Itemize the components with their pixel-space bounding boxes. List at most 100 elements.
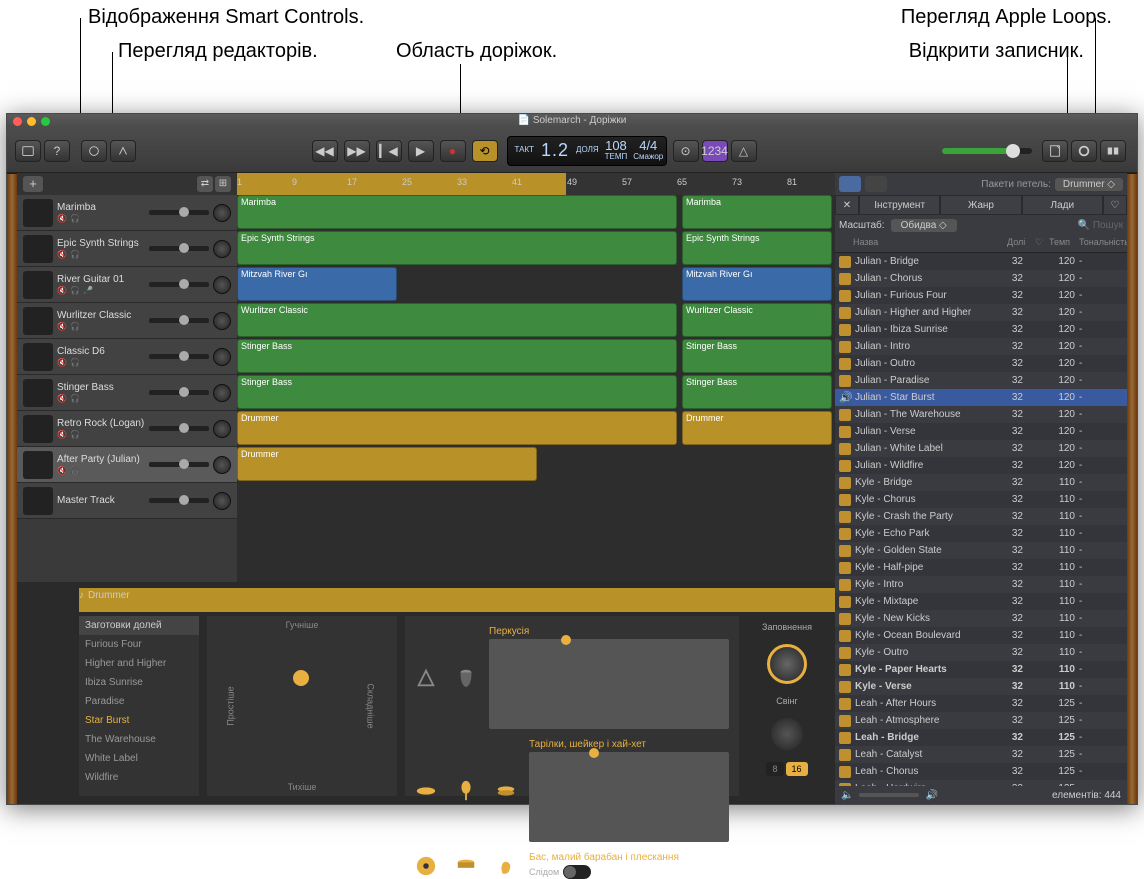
loop-row[interactable]: 🔊 Julian - Star Burst 32 120 - bbox=[835, 389, 1127, 406]
col-key[interactable]: Тональність bbox=[1075, 235, 1127, 252]
col-tempo[interactable]: Темп bbox=[1045, 235, 1075, 252]
region[interactable]: Stinger Bass bbox=[237, 339, 677, 373]
library-button[interactable] bbox=[15, 140, 41, 162]
shaker-icon[interactable] bbox=[455, 780, 477, 802]
loop-tab-instrument[interactable]: Інструмент bbox=[859, 195, 940, 215]
track-volume[interactable] bbox=[149, 246, 209, 251]
triangle-icon[interactable] bbox=[415, 667, 437, 689]
region[interactable]: Epic Synth Strings bbox=[237, 231, 677, 265]
loop-row[interactable]: Kyle - Mixtape 32 110 - bbox=[835, 593, 1127, 610]
track-pan-knob[interactable] bbox=[213, 456, 231, 474]
xy-pad[interactable]: Гучніше Тихіше Простіше Складніше bbox=[207, 616, 397, 796]
metronome-button[interactable]: △ bbox=[731, 140, 757, 162]
headphone-icon[interactable]: 🎧 bbox=[70, 430, 80, 439]
track-pan-knob[interactable] bbox=[213, 276, 231, 294]
region[interactable]: Marimba bbox=[237, 195, 677, 229]
track-volume[interactable] bbox=[149, 462, 209, 467]
track-volume[interactable] bbox=[149, 498, 209, 503]
region[interactable]: Drummer bbox=[237, 411, 677, 445]
mute-icon[interactable]: 🔇 bbox=[57, 466, 67, 475]
region[interactable]: Marimba bbox=[682, 195, 832, 229]
clap-icon[interactable] bbox=[495, 855, 517, 877]
track-header[interactable]: Master Track bbox=[17, 483, 237, 519]
editors-button[interactable] bbox=[110, 140, 136, 162]
col-beats[interactable]: Долі bbox=[1003, 235, 1031, 252]
headphone-icon[interactable]: 🎧 bbox=[70, 286, 80, 295]
loop-row[interactable]: Kyle - Paper Hearts 32 110 - bbox=[835, 661, 1127, 678]
record-button[interactable]: ● bbox=[440, 140, 466, 162]
track-header[interactable]: Marimba 🔇🎧 bbox=[17, 195, 237, 231]
swing-knob[interactable] bbox=[771, 718, 803, 750]
track-pan-knob[interactable] bbox=[213, 312, 231, 330]
loop-row[interactable]: Julian - Outro 32 120 - bbox=[835, 355, 1127, 372]
timeline-ruler[interactable]: 19172533414957657381 bbox=[237, 173, 835, 195]
loop-row[interactable]: Kyle - Echo Park 32 110 - bbox=[835, 525, 1127, 542]
mute-icon[interactable]: 🔇 bbox=[57, 322, 67, 331]
loop-row[interactable]: Kyle - Ocean Boulevard 32 110 - bbox=[835, 627, 1127, 644]
loop-tab-mood[interactable]: Лади bbox=[1022, 195, 1103, 215]
track-volume[interactable] bbox=[149, 354, 209, 359]
headphone-icon[interactable]: 🎧 bbox=[70, 394, 80, 403]
loop-row[interactable]: Leah - Chorus 32 125 - bbox=[835, 763, 1127, 780]
rewind-button[interactable]: ◀◀ bbox=[312, 140, 338, 162]
cycle-button[interactable]: ⟲ bbox=[472, 140, 498, 162]
region[interactable]: Stinger Bass bbox=[682, 339, 832, 373]
preset-item[interactable]: Star Burst bbox=[79, 711, 199, 730]
mute-icon[interactable]: 🔇 bbox=[57, 358, 67, 367]
loop-list[interactable]: Julian - Bridge 32 120 - Julian - Chorus… bbox=[835, 253, 1127, 786]
track-header[interactable]: River Guitar 01 🔇🎧🎤 bbox=[17, 267, 237, 303]
track-header[interactable]: After Party (Julian) 🔇🎧 bbox=[17, 447, 237, 483]
loop-packs-select[interactable]: Drummer ◇ bbox=[1055, 178, 1123, 191]
loop-row[interactable]: Leah - After Hours 32 125 - bbox=[835, 695, 1127, 712]
col-name[interactable]: Назва bbox=[849, 235, 1003, 252]
track-pan-knob[interactable] bbox=[213, 420, 231, 438]
track-pan-knob[interactable] bbox=[213, 204, 231, 222]
track-header[interactable]: Stinger Bass 🔇🎧 bbox=[17, 375, 237, 411]
region[interactable]: Stinger Bass bbox=[682, 375, 832, 409]
region[interactable]: Mitzvah River Gı bbox=[237, 267, 397, 301]
region[interactable]: Mitzvah River Gı bbox=[682, 267, 832, 301]
loop-row[interactable]: Julian - Furious Four 32 120 - bbox=[835, 287, 1127, 304]
fills-knob[interactable] bbox=[767, 644, 807, 684]
add-track-button[interactable]: + bbox=[23, 176, 43, 192]
conga-icon[interactable] bbox=[455, 667, 477, 689]
loop-row[interactable]: Julian - Wildfire 32 120 - bbox=[835, 457, 1127, 474]
tracks-area[interactable]: 19172533414957657381 MarimbaEpic Synth S… bbox=[237, 173, 835, 582]
region[interactable]: Wurlitzer Classic bbox=[237, 303, 677, 337]
kick-icon[interactable] bbox=[415, 855, 437, 877]
quick-help-button[interactable]: ? bbox=[44, 140, 70, 162]
region[interactable]: Drummer bbox=[682, 411, 832, 445]
lcd-display[interactable]: ТАКТ 1.2 ДОЛЯ 108ТЕМП 4/4Cмажор bbox=[507, 136, 667, 166]
loop-browser-button[interactable] bbox=[1071, 140, 1097, 162]
preset-item[interactable]: Ibiza Sunrise bbox=[79, 673, 199, 692]
close-button[interactable] bbox=[13, 117, 22, 126]
loop-row[interactable]: Julian - Paradise 32 120 - bbox=[835, 372, 1127, 389]
master-volume-slider[interactable] bbox=[942, 148, 1032, 154]
scale-select[interactable]: Обидва ◇ bbox=[891, 219, 957, 232]
headphone-icon[interactable]: 🎧 bbox=[70, 466, 80, 475]
track-pan-knob[interactable] bbox=[213, 348, 231, 366]
smart-controls-button[interactable] bbox=[81, 140, 107, 162]
loop-row[interactable]: Kyle - Half-pipe 32 110 - bbox=[835, 559, 1127, 576]
mute-icon[interactable]: 🔇 bbox=[57, 286, 67, 295]
loop-row[interactable]: Kyle - Chorus 32 110 - bbox=[835, 491, 1127, 508]
loop-search[interactable]: 🔍 Пошук bbox=[1078, 220, 1123, 231]
loop-row[interactable]: Kyle - Verse 32 110 - bbox=[835, 678, 1127, 695]
track-header-config2[interactable]: ⊞ bbox=[215, 176, 231, 192]
loop-view-button-2[interactable] bbox=[865, 176, 887, 192]
loop-row[interactable]: Leah - Catalyst 32 125 - bbox=[835, 746, 1127, 763]
track-pan-knob[interactable] bbox=[213, 492, 231, 510]
track-header[interactable]: Epic Synth Strings 🔇🎧 bbox=[17, 231, 237, 267]
zoom-button[interactable] bbox=[41, 117, 50, 126]
loop-row[interactable]: Julian - Intro 32 120 - bbox=[835, 338, 1127, 355]
loop-row[interactable]: Julian - Chorus 32 120 - bbox=[835, 270, 1127, 287]
loop-row[interactable]: Julian - Bridge 32 120 - bbox=[835, 253, 1127, 270]
region[interactable]: Drummer bbox=[237, 447, 537, 481]
track-volume[interactable] bbox=[149, 426, 209, 431]
loop-row[interactable]: Kyle - Outro 32 110 - bbox=[835, 644, 1127, 661]
loop-tab-genre[interactable]: Жанр bbox=[940, 195, 1021, 215]
cymbal-icon[interactable] bbox=[415, 780, 437, 802]
region[interactable]: Wurlitzer Classic bbox=[682, 303, 832, 337]
col-fav[interactable]: ♡ bbox=[1031, 235, 1045, 252]
preset-item[interactable]: Paradise bbox=[79, 692, 199, 711]
